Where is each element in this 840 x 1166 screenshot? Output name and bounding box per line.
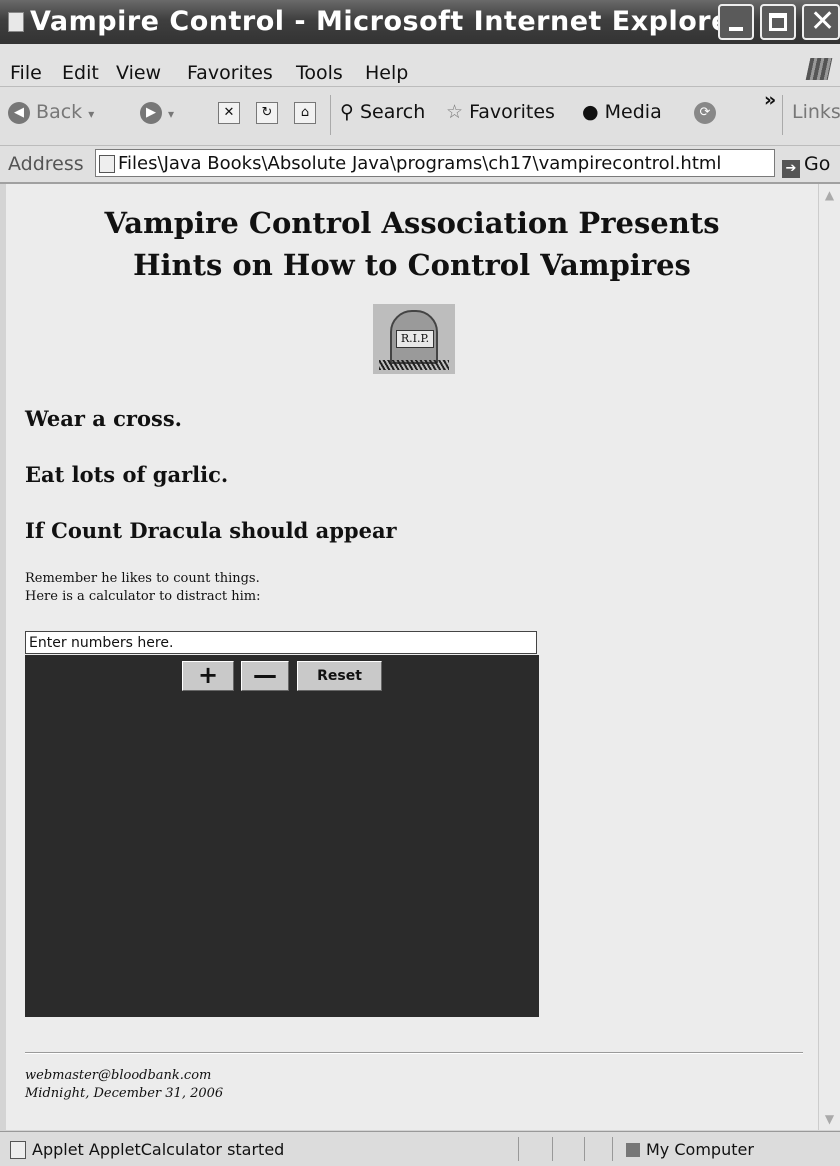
menu-tools[interactable]: Tools <box>296 62 343 84</box>
footer-date: Midnight, December 31, 2006 <box>25 1086 224 1101</box>
address-label: Address <box>8 153 84 175</box>
search-icon: ⚲ <box>340 101 354 123</box>
status-divider <box>552 1137 553 1161</box>
search-button[interactable]: ⚲ Search <box>340 101 425 123</box>
favorites-star-icon: ☆ <box>446 101 464 123</box>
status-bar: Applet AppletCalculator started My Compu… <box>0 1131 840 1166</box>
calculator-panel: + — Reset <box>25 655 539 1017</box>
menu-bar: File Edit View Favorites Tools Help <box>0 44 840 87</box>
scroll-up-icon[interactable]: ▲ <box>821 186 838 204</box>
note-line2: Here is a calculator to distract him: <box>25 589 261 604</box>
tombstone-image: R.I.P. <box>373 304 455 374</box>
back-button[interactable]: ◀ Back ▾ <box>8 101 94 124</box>
page-heading-line1: Vampire Control Association Presents <box>104 206 720 240</box>
back-dropdown-icon[interactable]: ▾ <box>88 107 94 121</box>
media-label: Media <box>604 101 662 123</box>
toolbar-overflow-chevron-icon[interactable]: » <box>764 89 776 111</box>
address-input[interactable]: Files\Java Books\Absolute Java\programs\… <box>95 149 775 177</box>
menu-file[interactable]: File <box>10 62 42 84</box>
menu-edit[interactable]: Edit <box>62 62 99 84</box>
status-divider <box>612 1137 613 1161</box>
close-icon: ✕ <box>810 4 836 39</box>
go-label: Go <box>804 153 831 175</box>
stop-button[interactable]: ✕ <box>218 101 240 124</box>
forward-button[interactable]: ▶ ▾ <box>140 101 174 124</box>
calculator-applet: Enter numbers here. + — Reset <box>25 631 539 1017</box>
close-button[interactable]: ✕ <box>802 4 840 40</box>
go-arrow-icon: ➔ <box>782 160 800 178</box>
toolbar-separator <box>330 95 331 135</box>
back-label: Back <box>36 101 83 123</box>
plus-button[interactable]: + <box>182 661 234 691</box>
note-line1: Remember he likes to count things. <box>25 571 260 586</box>
my-computer-icon <box>626 1143 640 1157</box>
forward-arrow-icon: ▶ <box>140 101 162 124</box>
vertical-scrollbar[interactable]: ▲ ▼ <box>818 184 840 1130</box>
address-url[interactable]: Files\Java Books\Absolute Java\programs\… <box>118 153 721 174</box>
title-bar: Vampire Control - Microsoft Internet Exp… <box>0 0 840 44</box>
go-button[interactable]: ➔ Go <box>782 153 830 178</box>
media-icon: ● <box>582 101 599 123</box>
tombstone-icon: R.I.P. <box>390 310 438 364</box>
status-page-icon <box>10 1141 26 1159</box>
toolbar-separator <box>782 95 783 135</box>
page-heading-line2: Hints on How to Control Vampires <box>133 248 691 282</box>
ie-page-icon <box>8 12 24 32</box>
scroll-down-icon[interactable]: ▼ <box>821 1110 838 1128</box>
zone-label: My Computer <box>646 1140 754 1159</box>
page-icon <box>99 155 115 173</box>
horizontal-rule <box>25 1052 803 1054</box>
footer-email: webmaster@bloodbank.com <box>25 1068 212 1083</box>
menu-help[interactable]: Help <box>365 62 408 84</box>
rip-label: R.I.P. <box>396 330 434 348</box>
minimize-button[interactable] <box>718 4 754 40</box>
maximize-button[interactable] <box>760 4 796 40</box>
history-button[interactable]: ⟳ <box>694 101 716 124</box>
history-icon: ⟳ <box>694 101 716 124</box>
menu-view[interactable]: View <box>116 62 161 84</box>
minimize-icon <box>729 27 743 31</box>
stop-icon: ✕ <box>218 101 240 124</box>
forward-dropdown-icon[interactable]: ▾ <box>168 107 174 121</box>
windows-logo-icon <box>805 58 833 80</box>
hint-dracula: If Count Dracula should appear <box>25 518 397 543</box>
standard-toolbar: ◀ Back ▾ ▶ ▾ ✕ ↻ ⌂ ⚲ Search ☆ Favorites … <box>0 87 840 146</box>
hint-garlic: Eat lots of garlic. <box>25 462 229 487</box>
status-divider <box>518 1137 519 1161</box>
minus-button[interactable]: — <box>241 661 289 691</box>
menu-favorites[interactable]: Favorites <box>187 62 273 84</box>
security-zone: My Computer <box>626 1140 754 1159</box>
grass-decoration <box>379 360 449 370</box>
favorites-button[interactable]: ☆ Favorites <box>446 101 555 123</box>
window-title: Vampire Control - Microsoft Internet Exp… <box>30 6 744 37</box>
search-label: Search <box>359 101 426 123</box>
calculator-input[interactable]: Enter numbers here. <box>25 631 537 654</box>
hint-cross: Wear a cross. <box>25 406 182 431</box>
status-divider <box>584 1137 585 1161</box>
back-arrow-icon: ◀ <box>8 101 30 124</box>
home-icon: ⌂ <box>294 101 316 124</box>
reset-button[interactable]: Reset <box>297 661 382 691</box>
refresh-button[interactable]: ↻ <box>256 101 278 124</box>
status-text: Applet AppletCalculator started <box>32 1140 285 1159</box>
home-button[interactable]: ⌂ <box>294 101 316 124</box>
maximize-icon <box>769 13 787 31</box>
media-button[interactable]: ● Media <box>582 101 662 123</box>
refresh-icon: ↻ <box>256 101 278 124</box>
favorites-label: Favorites <box>469 101 555 123</box>
links-button[interactable]: Links <box>792 101 840 123</box>
page-content: Vampire Control Association Presents Hin… <box>6 184 818 1130</box>
address-bar: Address Files\Java Books\Absolute Java\p… <box>0 146 840 184</box>
